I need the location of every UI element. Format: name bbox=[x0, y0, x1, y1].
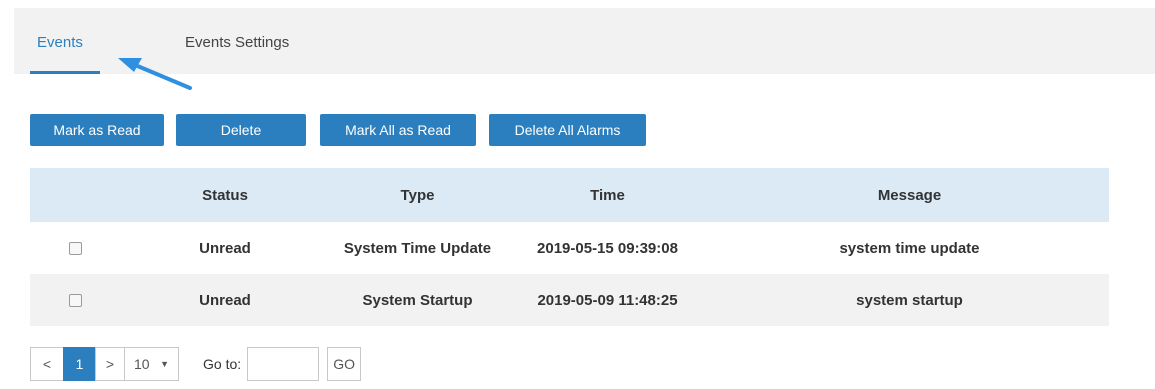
page-1-button[interactable]: 1 bbox=[63, 347, 96, 381]
table-row[interactable]: Unread System Startup 2019-05-09 11:48:2… bbox=[30, 274, 1109, 326]
annotation-arrow-icon bbox=[118, 58, 192, 90]
message-cell: system time update bbox=[839, 239, 980, 257]
goto-page-input[interactable] bbox=[247, 347, 320, 381]
page-size-value: 10 bbox=[134, 356, 150, 372]
status-cell: Unread bbox=[120, 274, 330, 326]
delete-button[interactable]: Delete bbox=[176, 114, 306, 146]
type-cell: System Time Update bbox=[343, 239, 492, 257]
caret-down-icon: ▼ bbox=[160, 359, 169, 369]
status-cell: Unread bbox=[199, 239, 251, 257]
go-button[interactable]: GO bbox=[327, 347, 362, 381]
page-size-select[interactable]: 10 ▼ bbox=[124, 347, 179, 381]
pagination: < 1 > 10 ▼ Go to: GO bbox=[30, 347, 362, 381]
header-time[interactable]: Time bbox=[505, 168, 710, 222]
message-cell: system startup bbox=[710, 274, 1109, 326]
prev-page-button[interactable]: < bbox=[30, 347, 64, 381]
header-select bbox=[30, 168, 120, 222]
events-table: Status Type Time Message Unread System T… bbox=[30, 168, 1109, 326]
header-type[interactable]: Type bbox=[330, 168, 505, 222]
tab-events-settings[interactable]: Events Settings bbox=[185, 34, 289, 51]
header-message[interactable]: Message bbox=[710, 168, 1109, 222]
table-header-row: Status Type Time Message bbox=[30, 168, 1109, 222]
row-select-cell bbox=[30, 274, 120, 326]
row-checkbox[interactable] bbox=[68, 294, 82, 308]
mark-all-as-read-button[interactable]: Mark All as Read bbox=[320, 114, 476, 146]
time-cell: 2019-05-15 09:39:08 bbox=[537, 239, 678, 257]
row-checkbox[interactable] bbox=[68, 242, 82, 256]
next-page-button[interactable]: > bbox=[95, 347, 125, 381]
tab-events[interactable]: Events bbox=[37, 34, 83, 51]
mark-as-read-button[interactable]: Mark as Read bbox=[30, 114, 164, 146]
delete-all-alarms-button[interactable]: Delete All Alarms bbox=[489, 114, 646, 146]
row-select-cell bbox=[30, 222, 120, 274]
goto-label: Go to: bbox=[203, 356, 242, 372]
type-cell: System Startup bbox=[330, 274, 505, 326]
time-cell: 2019-05-09 11:48:25 bbox=[505, 274, 710, 326]
active-tab-indicator bbox=[30, 71, 100, 74]
table-row[interactable]: Unread System Time Update 2019-05-15 09:… bbox=[30, 222, 1109, 274]
header-status[interactable]: Status bbox=[120, 168, 330, 222]
